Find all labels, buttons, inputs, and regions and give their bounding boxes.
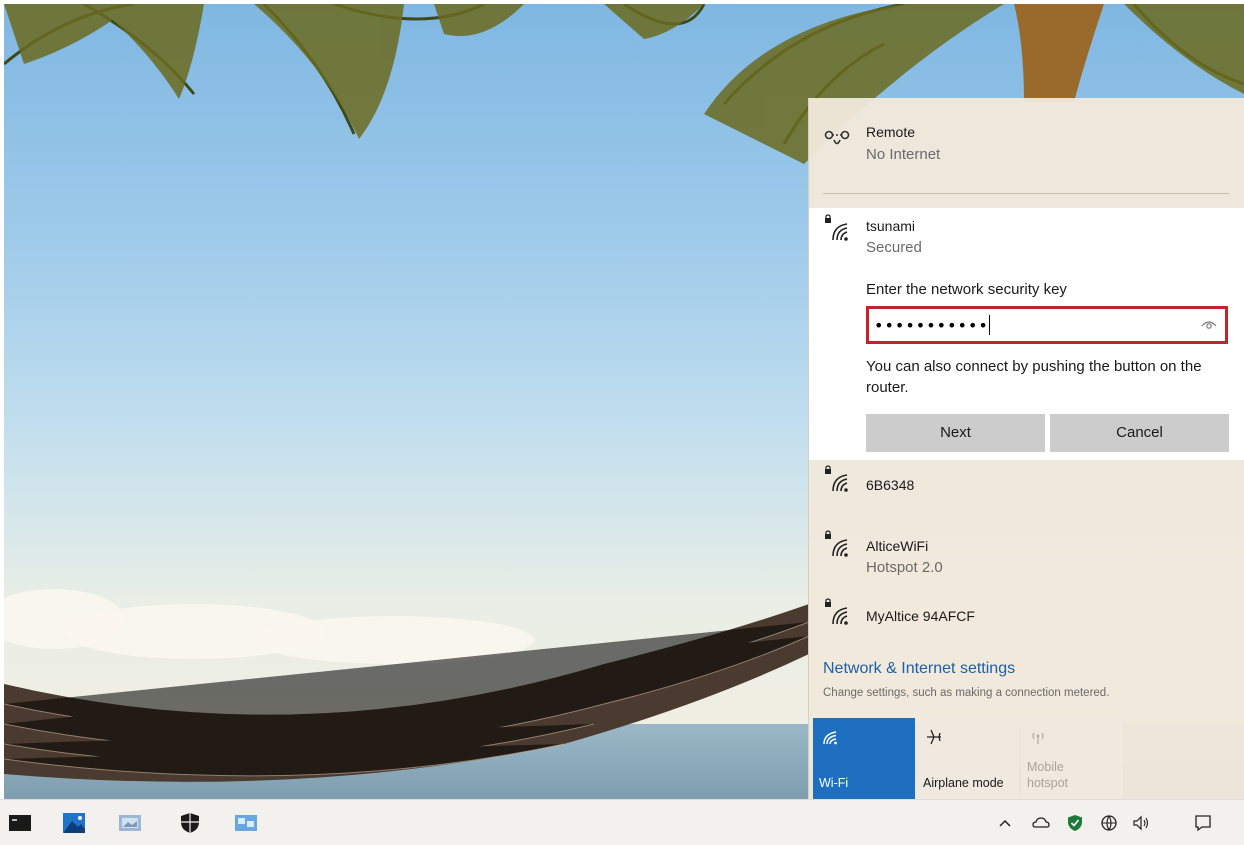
- network-settings-link[interactable]: Network & Internet settings: [823, 660, 1015, 678]
- text-caret: [989, 315, 990, 335]
- terminal-icon[interactable]: [8, 812, 32, 834]
- network-status: No Internet: [866, 146, 941, 163]
- taskbar: [0, 799, 1244, 845]
- security-shield-icon[interactable]: [178, 812, 202, 834]
- network-item-remote[interactable]: Remote No Internet: [809, 98, 1244, 193]
- network-name: AlticeWiFi: [866, 538, 929, 554]
- wifi-icon: [823, 731, 837, 745]
- secured-wifi-icon: [825, 214, 848, 241]
- no-internet-icon: [824, 130, 850, 145]
- network-status: Hotspot 2.0: [866, 559, 943, 576]
- hammock: [4, 604, 810, 782]
- reveal-password-icon[interactable]: [1201, 319, 1217, 331]
- airplane-icon: [927, 729, 941, 745]
- network-item-myaltice[interactable]: MyAltice 94AFCF: [809, 596, 1244, 644]
- chevron-up-icon[interactable]: [996, 814, 1014, 832]
- remote-desktop-icon[interactable]: [234, 812, 258, 834]
- network-name: 6B6348: [866, 477, 915, 493]
- network-name: MyAltice 94AFCF: [866, 608, 975, 624]
- airplane-mode-tile-label: Airplane mode: [923, 776, 1004, 790]
- security-key-field[interactable]: [866, 306, 1228, 344]
- network-name: tsunami: [866, 218, 916, 234]
- network-item-alticewifi[interactable]: AlticeWiFi Hotspot 2.0: [809, 528, 1244, 588]
- network-name: Remote: [866, 124, 916, 140]
- network-item-tsunami[interactable]: tsunami Secured Enter the network securi…: [809, 208, 1244, 460]
- onedrive-icon[interactable]: [1032, 814, 1050, 832]
- network-icon[interactable]: [1100, 814, 1118, 832]
- network-item-6b6348[interactable]: 6B6348: [809, 463, 1244, 518]
- wifi-tile[interactable]: Wi-Fi: [813, 718, 915, 799]
- secured-wifi-icon: [825, 598, 848, 625]
- cancel-button[interactable]: Cancel: [1050, 414, 1229, 452]
- security-key-prompt: Enter the network security key: [866, 281, 1067, 298]
- image-viewer-icon[interactable]: [118, 812, 142, 834]
- network-flyout: Remote No Internet tsunami Secured Enter…: [808, 98, 1244, 799]
- mobile-hotspot-tile-label: Mobile hotspot: [1027, 760, 1069, 790]
- volume-icon[interactable]: [1132, 814, 1150, 832]
- security-key-input[interactable]: [874, 313, 1174, 337]
- notification-icon[interactable]: [1194, 814, 1212, 832]
- secured-wifi-icon: [825, 465, 848, 492]
- secured-wifi-icon: [825, 530, 848, 557]
- airplane-mode-tile[interactable]: Airplane mode: [917, 718, 1019, 799]
- mobile-hotspot-tile[interactable]: Mobile hotspot: [1021, 718, 1123, 799]
- network-status: Secured: [866, 239, 922, 256]
- wifi-tile-label: Wi-Fi: [819, 776, 849, 790]
- divider: [823, 193, 1229, 194]
- defender-icon[interactable]: [1066, 814, 1084, 832]
- photos-icon[interactable]: [62, 812, 86, 834]
- next-button[interactable]: Next: [866, 414, 1045, 452]
- network-settings-description: Change settings, such as making a connec…: [823, 687, 1110, 699]
- wps-hint: You can also connect by pushing the butt…: [866, 358, 1202, 396]
- hotspot-icon: [1032, 732, 1044, 744]
